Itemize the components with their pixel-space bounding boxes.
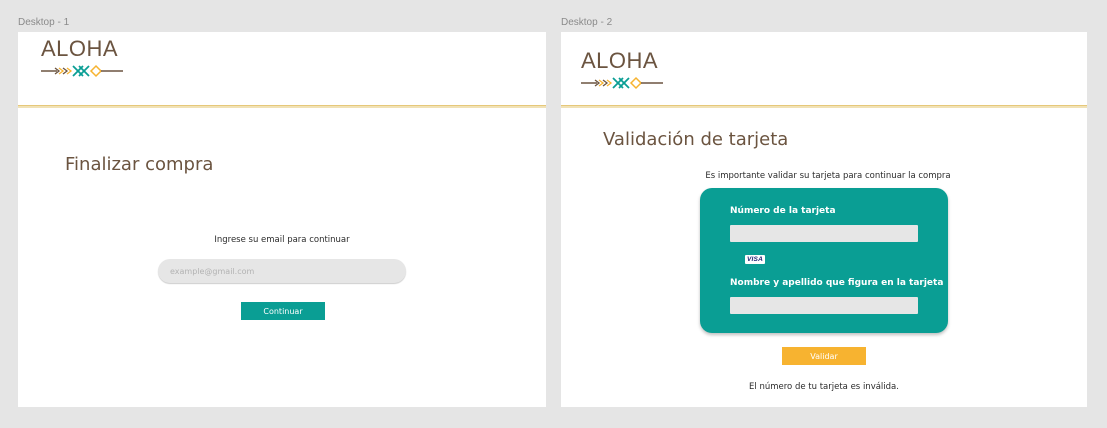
visa-logo-icon: VISA: [745, 255, 765, 264]
aloha-logo[interactable]: ALOHA: [581, 50, 663, 90]
header-divider: [18, 105, 546, 108]
validation-subtitle: Es importante validar su tarjeta para co…: [705, 171, 951, 181]
page-title: Finalizar compra: [65, 154, 214, 175]
desktop-1-frame: ALOHA Finalizar compra Ingrese su email …: [18, 32, 546, 407]
validate-button[interactable]: Validar: [782, 347, 866, 365]
header-divider: [561, 105, 1087, 108]
error-message: El número de tu tarjeta es inválida.: [749, 382, 899, 392]
email-input[interactable]: [158, 259, 406, 283]
email-prompt: Ingrese su email para continuar: [214, 235, 350, 245]
logo-text: ALOHA: [41, 36, 119, 61]
aloha-arrow-icon: [41, 64, 123, 78]
card-form: Número de la tarjeta VISA Nombre y apell…: [700, 188, 948, 333]
continue-button[interactable]: Continuar: [241, 302, 325, 320]
cardholder-name-input[interactable]: [730, 297, 918, 314]
cardholder-name-label: Nombre y apellido que figura en la tarje…: [730, 278, 944, 288]
card-number-label: Número de la tarjeta: [730, 206, 836, 216]
desktop-2-frame: ALOHA Validación de tarjeta Es important…: [561, 32, 1087, 407]
frame-label-desktop-1: Desktop - 1: [18, 17, 70, 28]
aloha-arrow-icon: [581, 76, 663, 90]
logo-text: ALOHA: [581, 48, 659, 73]
card-number-input[interactable]: [730, 225, 918, 242]
aloha-logo[interactable]: ALOHA: [41, 38, 123, 78]
frame-label-desktop-2: Desktop - 2: [561, 17, 613, 28]
page-title: Validación de tarjeta: [603, 129, 789, 150]
